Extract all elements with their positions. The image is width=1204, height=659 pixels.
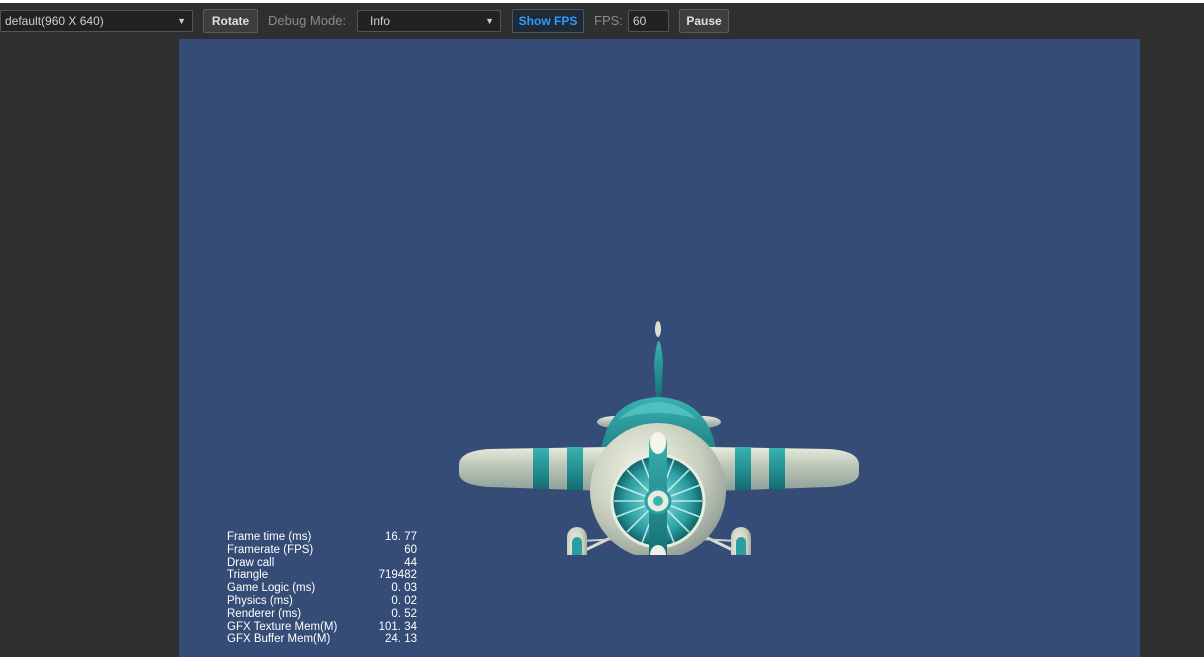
preview-toolbar: default(960 X 640) ▼ Rotate Debug Mode: … — [0, 3, 1204, 39]
stat-value: 24. 13 — [385, 633, 417, 646]
stat-value: 60 — [404, 543, 417, 556]
rotate-button[interactable]: Rotate — [203, 9, 258, 33]
fps-label: FPS: — [594, 13, 623, 28]
pause-button[interactable]: Pause — [679, 9, 729, 33]
stat-value: 719482 — [378, 569, 417, 582]
stat-row: Game Logic (ms) 0. 03 — [227, 582, 417, 595]
airplane-model — [459, 321, 859, 555]
stat-value: 101. 34 — [378, 620, 417, 633]
stat-label: Triangle — [227, 569, 269, 582]
show-fps-button[interactable]: Show FPS — [512, 9, 584, 33]
stat-label: Draw call — [227, 556, 275, 569]
right-margin-panel — [1140, 39, 1204, 659]
debug-stats-overlay: Frame time (ms) 16. 77 Framerate (FPS) 60 … — [227, 531, 417, 646]
chevron-down-icon: ▼ — [177, 16, 186, 26]
resolution-select-value: default(960 X 640) — [5, 14, 104, 28]
stat-label: Frame time (ms) — [227, 531, 312, 543]
stat-row: GFX Texture Mem(M) 101. 34 — [227, 621, 417, 634]
stat-row: Renderer (ms) 0. 52 — [227, 608, 417, 621]
fps-input[interactable]: 60 — [628, 10, 669, 32]
stat-value: 0. 02 — [391, 594, 417, 607]
stat-value: 0. 52 — [391, 607, 417, 620]
stat-row: Physics (ms) 0. 02 — [227, 595, 417, 608]
left-margin-panel — [0, 39, 179, 659]
stat-row: Framerate (FPS) 60 — [227, 544, 417, 557]
stat-row: GFX Buffer Mem(M) 24. 13 — [227, 633, 417, 646]
stat-label: Game Logic (ms) — [227, 582, 316, 595]
stat-row: Triangle 719482 — [227, 569, 417, 582]
stat-row: Draw call 44 — [227, 557, 417, 570]
stat-label: Physics (ms) — [227, 594, 293, 607]
debug-mode-label: Debug Mode: — [268, 13, 347, 28]
stat-value: 0. 03 — [391, 582, 417, 595]
stat-label: GFX Texture Mem(M) — [227, 620, 338, 633]
stat-row: Frame time (ms) 16. 77 — [227, 531, 417, 544]
stat-value: 16. 77 — [385, 531, 417, 543]
debug-mode-select-value: Info — [370, 14, 391, 28]
stat-label: Framerate (FPS) — [227, 543, 314, 556]
stat-value: 44 — [404, 556, 417, 569]
stat-label: GFX Buffer Mem(M) — [227, 633, 331, 646]
game-viewport[interactable]: Frame time (ms) 16. 77 Framerate (FPS) 60 … — [179, 39, 1140, 659]
resolution-select[interactable]: default(960 X 640) ▼ — [0, 10, 193, 32]
chevron-down-icon: ▼ — [485, 16, 494, 26]
stat-label: Renderer (ms) — [227, 607, 302, 620]
debug-mode-select[interactable]: Info ▼ — [357, 10, 501, 32]
